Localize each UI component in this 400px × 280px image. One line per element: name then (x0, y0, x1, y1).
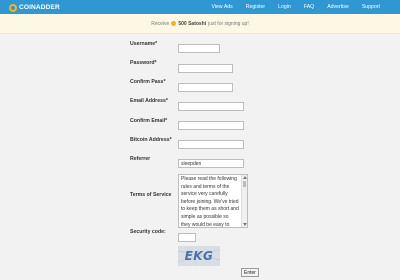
bitcoin-address-label: Bitcoin Address* (130, 137, 172, 143)
captcha-text: EKG (184, 249, 214, 263)
password-label: Password* (130, 60, 157, 66)
security-code-label: Security code: (130, 229, 166, 235)
nav-support[interactable]: Support (362, 4, 380, 10)
brand-name: COINADDER (19, 4, 60, 11)
security-code-input[interactable] (178, 233, 196, 242)
bitcoin-address-input[interactable] (178, 140, 244, 149)
signup-bonus-banner: Receive 500 Satoshi just for signing up! (0, 14, 400, 34)
scroll-down-arrow-icon[interactable] (243, 223, 247, 226)
captcha-image: EKG (178, 246, 220, 266)
confirm-password-input[interactable] (178, 83, 233, 92)
banner-amount: 500 Satoshi (178, 20, 207, 27)
nav-login[interactable]: Login (278, 4, 291, 10)
nav-register[interactable]: Register (246, 4, 265, 10)
terms-text: Please read the following rules and term… (181, 176, 239, 228)
password-input[interactable] (178, 64, 233, 73)
logo[interactable]: COINADDER (9, 2, 60, 13)
referrer-label: Referrer (130, 156, 151, 162)
nav-advertise[interactable]: Advertise (327, 4, 349, 10)
username-label: Username* (130, 41, 158, 47)
nav-links: View Ads Register Login FAQ Advertise Su… (199, 0, 380, 14)
referrer-input[interactable] (178, 159, 244, 168)
username-input[interactable] (178, 44, 220, 53)
confirm-pass-label: Confirm Pass* (130, 79, 166, 85)
terms-label: Terms of Service (130, 192, 172, 198)
nav-faq[interactable]: FAQ (304, 4, 314, 10)
coin-icon (171, 21, 177, 26)
enter-button[interactable]: Enter (241, 268, 259, 277)
scroll-up-arrow-icon[interactable] (243, 176, 247, 179)
nav-view-ads[interactable]: View Ads (212, 4, 233, 10)
banner-prefix: Receive (151, 20, 170, 27)
scroll-thumb[interactable] (243, 181, 246, 187)
email-label: Email Address* (130, 98, 168, 104)
terms-textarea[interactable]: Please read the following rules and term… (178, 174, 248, 228)
email-input[interactable] (178, 102, 244, 111)
confirm-email-label: Confirm Email* (130, 118, 168, 124)
confirm-email-input[interactable] (178, 121, 244, 130)
terms-scrollbar[interactable] (241, 175, 247, 227)
banner-suffix: just for signing up! (208, 20, 249, 27)
coin-logo-icon (9, 3, 17, 12)
top-navbar: COINADDER View Ads Register Login FAQ Ad… (0, 0, 400, 14)
